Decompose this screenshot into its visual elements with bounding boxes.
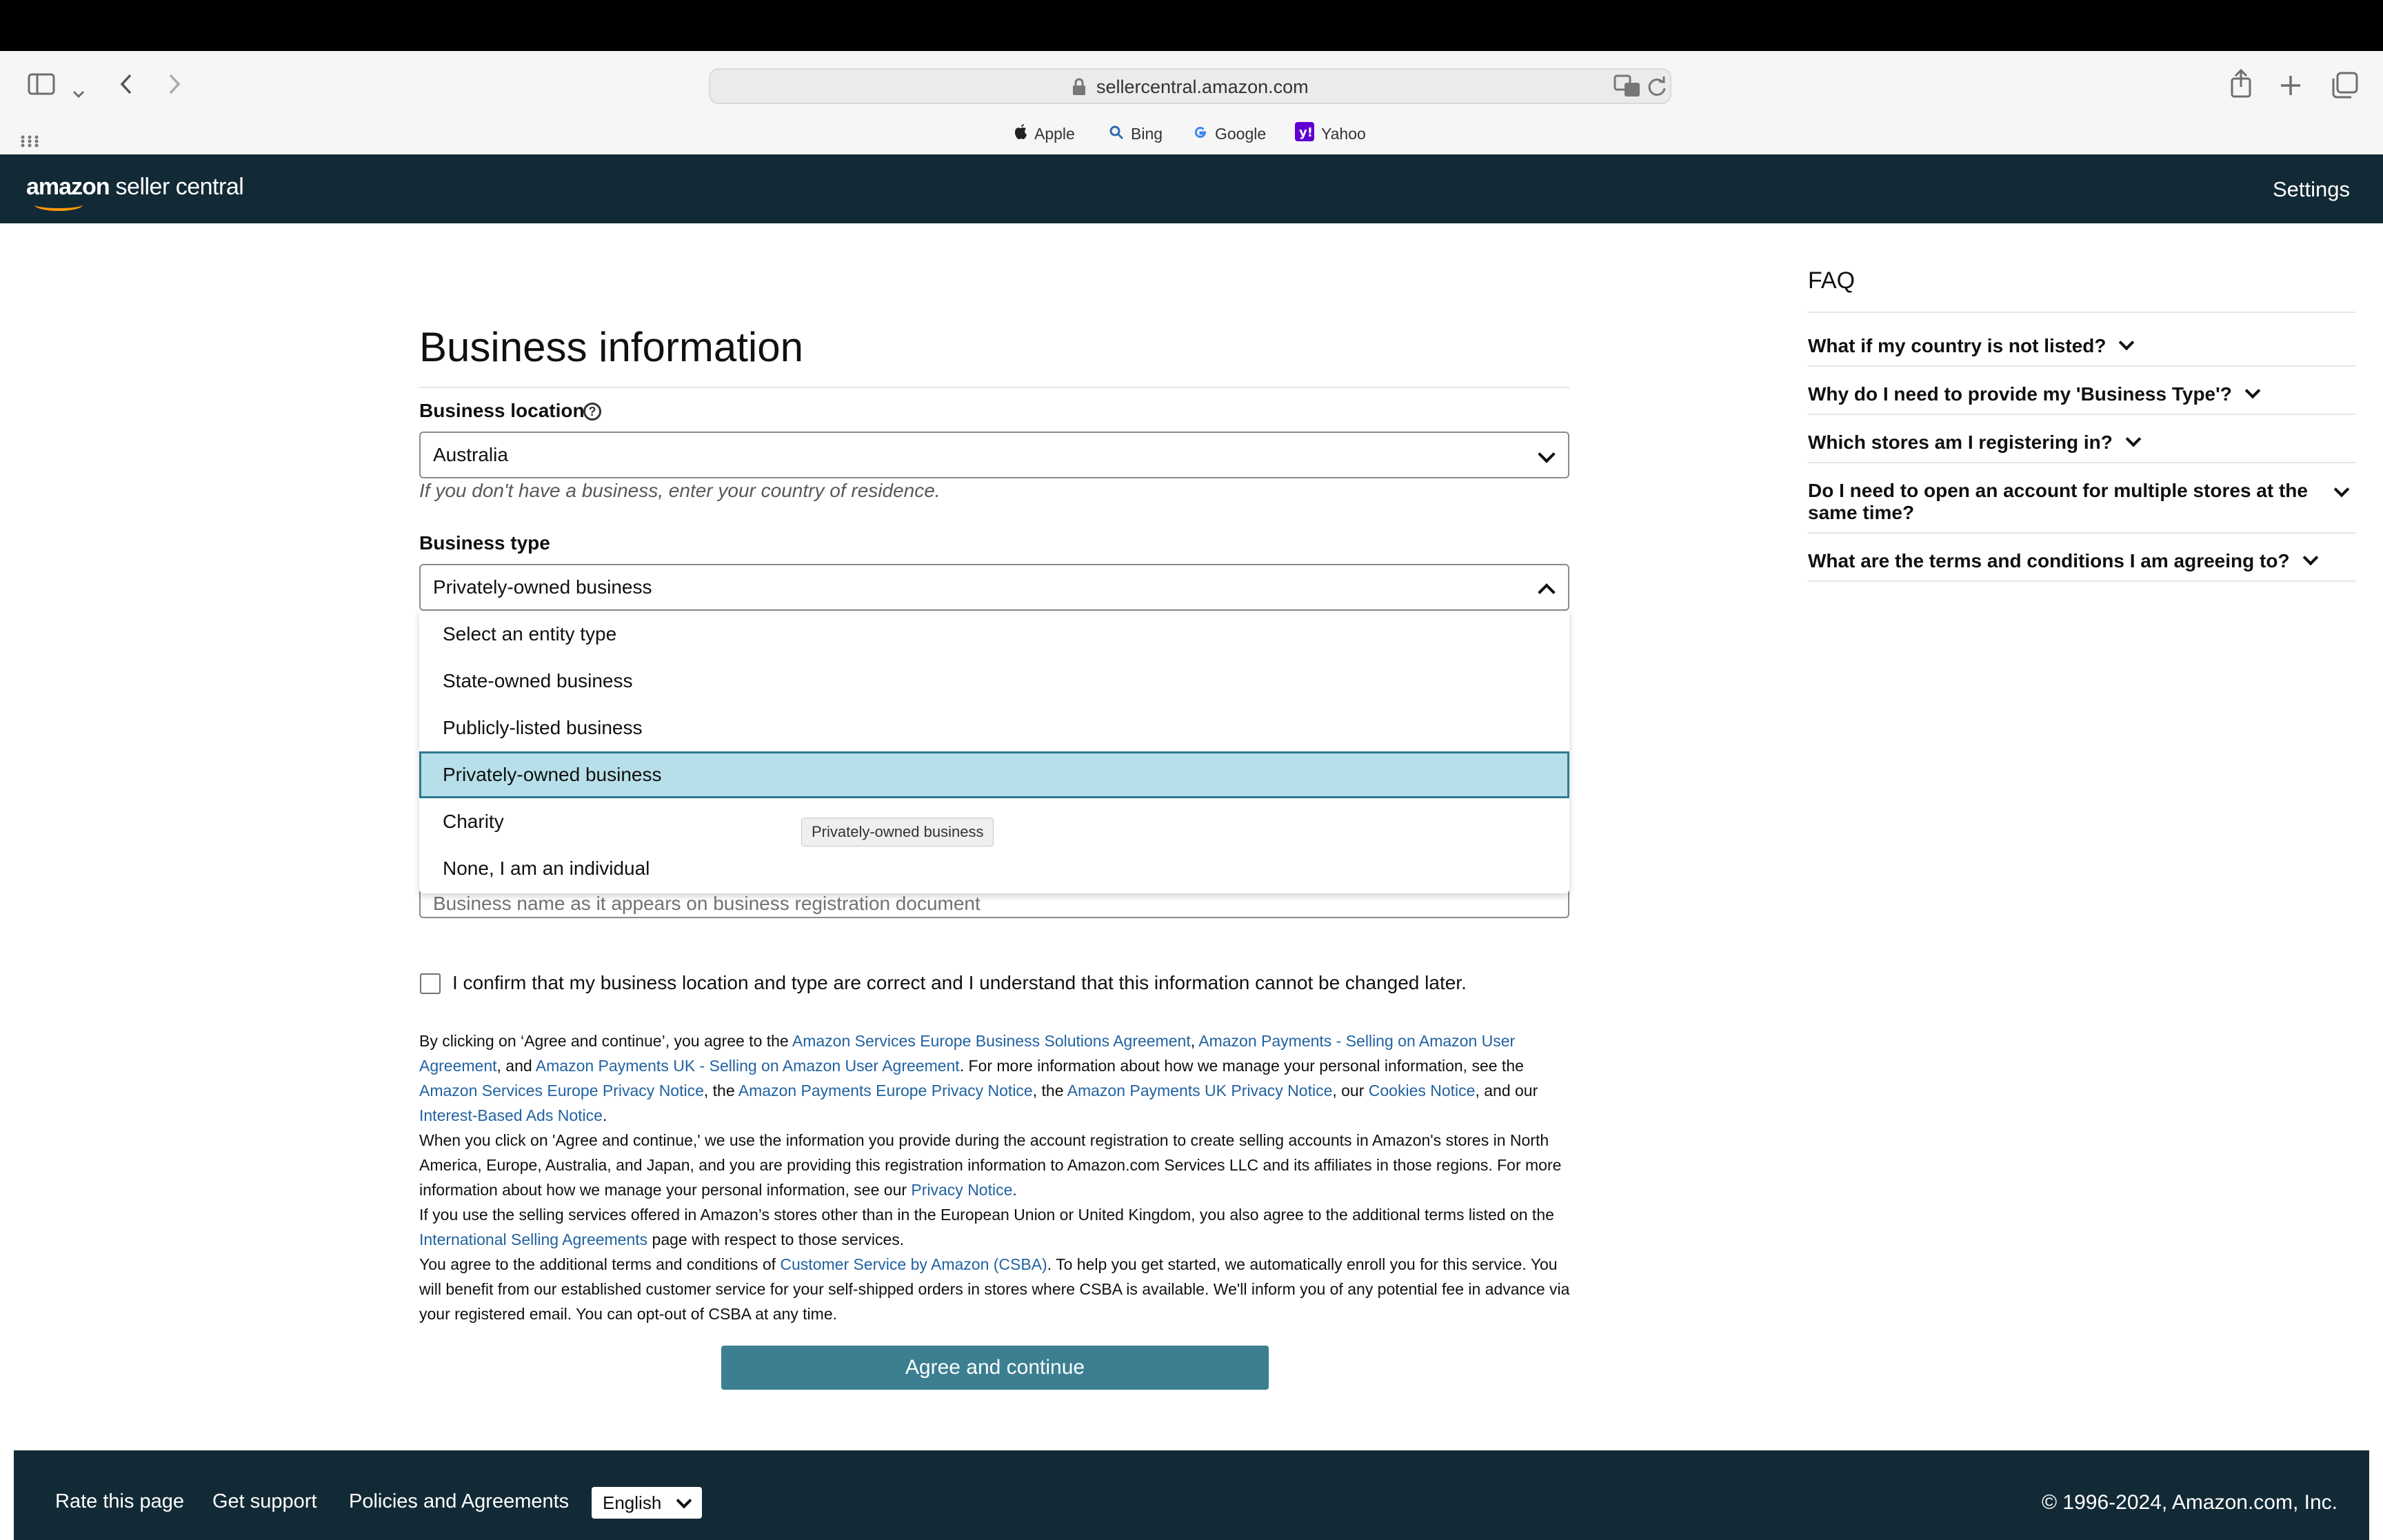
share-icon[interactable] — [2230, 68, 2252, 101]
legal-text: By clicking on ‘Agree and continue’, you… — [419, 1029, 1572, 1326]
get-support-link[interactable]: Get support — [212, 1488, 317, 1515]
faq-item[interactable]: What are the terms and conditions I am a… — [1808, 549, 2355, 582]
link-business-solutions[interactable]: Amazon Services Europe Business Solution… — [792, 1032, 1191, 1050]
option-charity[interactable]: Charity — [419, 798, 1569, 845]
bookmark-google[interactable]: Google — [1193, 122, 1266, 145]
legal-paragraph: When you click on 'Agree and continue,' … — [419, 1131, 1562, 1199]
settings-link[interactable]: Settings — [2273, 172, 2350, 207]
faq-title: FAQ — [1808, 267, 1856, 294]
lock-icon — [1072, 77, 1087, 100]
faq-item[interactable]: What if my country is not listed? — [1808, 334, 2355, 367]
chevron-down-icon — [2244, 383, 2261, 399]
page-title: Business information — [419, 324, 803, 370]
apps-grid-icon[interactable] — [21, 127, 39, 152]
option-publicly-listed[interactable]: Publicly-listed business — [419, 705, 1569, 751]
language-select[interactable]: English — [592, 1487, 702, 1519]
url-text: sellercentral.amazon.com — [1096, 77, 1309, 97]
new-tab-icon[interactable] — [2280, 74, 2302, 100]
link-payments-uk-agreement[interactable]: Amazon Payments UK - Selling on Amazon U… — [536, 1057, 960, 1075]
legal-paragraph: If you use the selling services offered … — [419, 1206, 1554, 1248]
link-cookies[interactable]: Cookies Notice — [1369, 1082, 1476, 1100]
reload-icon[interactable] — [1647, 74, 1667, 101]
option-individual[interactable]: None, I am an individual — [419, 845, 1569, 892]
option-privately-owned[interactable]: Privately-owned business — [419, 751, 1569, 798]
link-payments-europe-privacy[interactable]: Amazon Payments Europe Privacy Notice — [738, 1082, 1033, 1100]
rate-page-link[interactable]: Rate this page — [55, 1488, 184, 1515]
chevron-down-icon — [2119, 334, 2135, 351]
amazon-smile-icon — [34, 199, 83, 211]
chevron-down-icon — [2302, 549, 2318, 566]
business-type-dropdown: Select an entity type State-owned busine… — [419, 611, 1569, 893]
chevron-down-icon — [1538, 445, 1556, 463]
copyright: © 1996-2024, Amazon.com, Inc. — [2041, 1491, 2337, 1514]
faq-item[interactable]: Which stores am I registering in? — [1808, 431, 2355, 463]
chevron-down-icon — [676, 1492, 692, 1509]
translate-icon[interactable] — [1613, 74, 1641, 101]
divider — [419, 387, 1569, 388]
seller-central-logo[interactable]: amazon seller central — [26, 170, 244, 211]
divider — [1808, 312, 2355, 313]
business-type-label: Business type — [419, 532, 550, 554]
confirm-text: I confirm that my business location and … — [452, 972, 1467, 993]
forward-icon[interactable] — [167, 73, 182, 99]
business-location-label: Business location — [419, 400, 585, 421]
yahoo-icon: y! — [1295, 122, 1314, 148]
top-black-bar — [0, 0, 2383, 51]
chevron-down-icon — [2333, 481, 2350, 498]
option-state-owned[interactable]: State-owned business — [419, 658, 1569, 705]
agree-continue-button[interactable]: Agree and continue — [721, 1346, 1269, 1390]
location-hint: If you don't have a business, enter your… — [419, 480, 941, 501]
option-select-entity[interactable]: Select an entity type — [419, 611, 1569, 658]
tab-overview-icon[interactable] — [2331, 72, 2358, 103]
link-services-privacy[interactable]: Amazon Services Europe Privacy Notice — [419, 1082, 704, 1100]
apple-icon — [1014, 123, 1027, 147]
chevron-down-icon — [2125, 431, 2142, 447]
back-icon[interactable] — [119, 73, 134, 99]
link-interest-ads[interactable]: Interest-Based Ads Notice — [419, 1106, 603, 1124]
legal-paragraph: You agree to the additional terms and co… — [419, 1255, 1570, 1323]
link-international-agreements[interactable]: International Selling Agreements — [419, 1230, 647, 1248]
faq-item[interactable]: Do I need to open an account for multipl… — [1808, 480, 2355, 534]
confirm-checkbox[interactable] — [420, 973, 441, 994]
bookmark-apple[interactable]: Apple — [1014, 122, 1075, 145]
faq-item[interactable]: Why do I need to provide my 'Business Ty… — [1808, 383, 2355, 415]
google-icon — [1193, 123, 1208, 147]
link-csba[interactable]: Customer Service by Amazon (CSBA) — [780, 1255, 1047, 1273]
help-icon[interactable]: ? — [583, 403, 601, 421]
legal-paragraph: By clicking on ‘Agree and continue’, you… — [419, 1032, 1538, 1124]
chevron-down-icon[interactable] — [72, 79, 86, 103]
business-location-select[interactable]: Australia — [419, 432, 1569, 478]
option-tooltip: Privately-owned business — [801, 818, 994, 847]
business-type-select[interactable]: Privately-owned business — [419, 564, 1569, 611]
link-privacy-notice[interactable]: Privacy Notice — [911, 1181, 1012, 1199]
bookmark-yahoo[interactable]: y! Yahoo — [1295, 122, 1366, 145]
policies-link[interactable]: Policies and Agreements — [349, 1488, 569, 1515]
link-payments-uk-privacy[interactable]: Amazon Payments UK Privacy Notice — [1067, 1082, 1333, 1100]
search-icon — [1109, 123, 1124, 147]
sidebar-toggle-icon[interactable] — [28, 73, 55, 99]
chevron-up-icon — [1538, 583, 1556, 601]
svg-text:y!: y! — [1299, 125, 1313, 140]
bookmark-bing[interactable]: Bing — [1109, 122, 1163, 145]
seller-central-header — [0, 154, 2383, 223]
